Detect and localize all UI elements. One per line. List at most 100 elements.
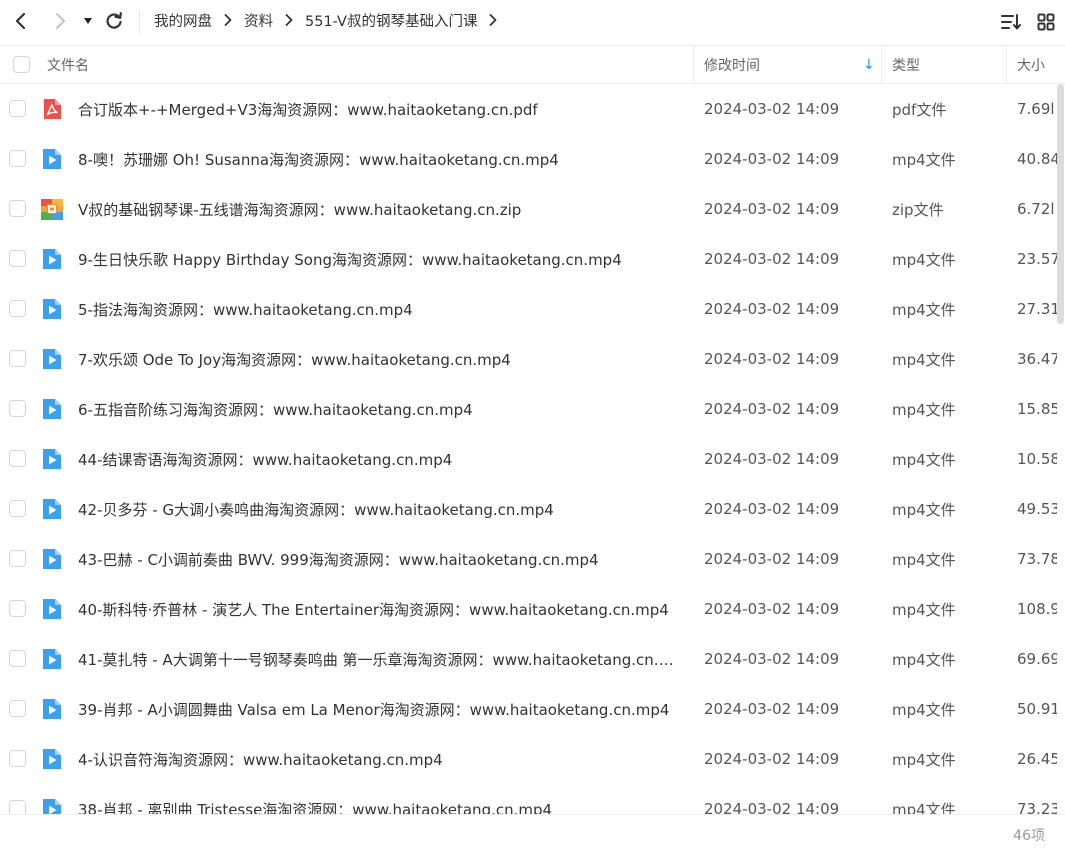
- breadcrumb-item-materials[interactable]: 资料: [244, 10, 273, 31]
- file-type: mp4文件: [892, 150, 956, 169]
- file-size: 49.53: [1017, 500, 1057, 518]
- row-checkbox-cell: [9, 350, 26, 367]
- file-list-header: 文件名 修改时间 ↓ 类型 大小: [0, 45, 1065, 84]
- file-name-text: 41-莫扎特 - A大调第十一号钢琴奏鸣曲 第一乐章海淘资源网：www.hait…: [78, 650, 682, 669]
- file-name[interactable]: 5-指法海淘资源网：www.haitaoketang.cn.mp4: [78, 284, 682, 334]
- table-row[interactable]: 4-认识音符海淘资源网：www.haitaoketang.cn.mp4 2024-…: [0, 734, 1065, 784]
- forward-button[interactable]: [45, 6, 75, 36]
- table-row[interactable]: 40-斯科特·乔普林 - 演艺人 The Entertainer海淘资源网：ww…: [0, 584, 1065, 634]
- row-checkbox[interactable]: [9, 250, 26, 267]
- refresh-button[interactable]: [99, 6, 129, 36]
- column-header-modified[interactable]: 修改时间: [704, 46, 760, 83]
- video-file-icon: [40, 297, 64, 321]
- row-checkbox-cell: [9, 600, 26, 617]
- row-checkbox[interactable]: [9, 600, 26, 617]
- row-checkbox-cell: [9, 650, 26, 667]
- file-type: mp4文件: [892, 600, 956, 619]
- file-type: mp4文件: [892, 300, 956, 319]
- file-modified: 2024-03-02 14:09: [704, 250, 840, 268]
- toolbar-divider: [139, 10, 140, 34]
- file-type: mp4文件: [892, 550, 956, 569]
- table-row[interactable]: 41-莫扎特 - A大调第十一号钢琴奏鸣曲 第一乐章海淘资源网：www.hait…: [0, 634, 1065, 684]
- table-row[interactable]: 7-欢乐颂 Ode To Joy海淘资源网：www.haitaoketang.c…: [0, 334, 1065, 384]
- file-name[interactable]: V叔的基础钢琴课-五线谱海淘资源网：www.haitaoketang.cn.zi…: [78, 184, 682, 234]
- row-checkbox[interactable]: [9, 200, 26, 217]
- column-header-type[interactable]: 类型: [892, 46, 920, 83]
- caret-down-icon: [84, 18, 92, 24]
- row-checkbox[interactable]: [9, 550, 26, 567]
- file-name[interactable]: 43-巴赫 - C小调前奏曲 BWV. 999海淘资源网：www.haitaok…: [78, 534, 682, 584]
- row-checkbox[interactable]: [9, 700, 26, 717]
- video-file-icon: [40, 247, 64, 271]
- toolbar: 我的网盘 资料 551-V叔的钢琴基础入门课: [0, 0, 1065, 44]
- sort-button[interactable]: [998, 8, 1024, 36]
- chevron-right-icon: [285, 14, 293, 26]
- table-row[interactable]: 44-结课寄语海淘资源网：www.haitaoketang.cn.mp4 2024…: [0, 434, 1065, 484]
- row-checkbox[interactable]: [9, 500, 26, 517]
- file-modified: 2024-03-02 14:09: [704, 400, 840, 418]
- select-all-cell: [13, 46, 30, 83]
- column-header-size[interactable]: 大小: [1017, 46, 1045, 83]
- row-checkbox[interactable]: [9, 100, 26, 117]
- column-divider[interactable]: [881, 46, 882, 83]
- file-name-text: 39-肖邦 - A小调圆舞曲 Valsa em La Menor海淘资源网：ww…: [78, 700, 670, 719]
- table-row[interactable]: V叔的基础钢琴课-五线谱海淘资源网：www.haitaoketang.cn.zi…: [0, 184, 1065, 234]
- table-row[interactable]: 42-贝多芬 - G大调小奏鸣曲海淘资源网：www.haitaoketang.c…: [0, 484, 1065, 534]
- pdf-file-icon: [40, 97, 64, 121]
- file-modified: 2024-03-02 14:09: [704, 300, 840, 318]
- row-checkbox[interactable]: [9, 150, 26, 167]
- file-modified: 2024-03-02 14:09: [704, 450, 840, 468]
- file-name[interactable]: 9-生日快乐歌 Happy Birthday Song海淘资源网：www.hai…: [78, 234, 682, 284]
- row-checkbox[interactable]: [9, 350, 26, 367]
- file-modified: 2024-03-02 14:09: [704, 700, 840, 718]
- table-row[interactable]: 38-肖邦 - 离别曲 Tristesse海淘资源网：www.haitaoket…: [0, 784, 1065, 814]
- table-row[interactable]: 9-生日快乐歌 Happy Birthday Song海淘资源网：www.hai…: [0, 234, 1065, 284]
- row-checkbox[interactable]: [9, 750, 26, 767]
- file-name[interactable]: 44-结课寄语海淘资源网：www.haitaoketang.cn.mp4: [78, 434, 682, 484]
- back-button[interactable]: [6, 6, 36, 36]
- file-name[interactable]: 40-斯科特·乔普林 - 演艺人 The Entertainer海淘资源网：ww…: [78, 584, 682, 634]
- file-size: 10.58: [1017, 450, 1057, 468]
- select-all-checkbox[interactable]: [13, 56, 30, 73]
- row-checkbox[interactable]: [9, 650, 26, 667]
- row-checkbox[interactable]: [9, 400, 26, 417]
- row-checkbox[interactable]: [9, 450, 26, 467]
- item-count: 46项: [1013, 828, 1045, 844]
- breadcrumb-item-my-drive[interactable]: 我的网盘: [154, 10, 212, 31]
- table-row[interactable]: 6-五指音阶练习海淘资源网：www.haitaoketang.cn.mp4 202…: [0, 384, 1065, 434]
- file-type: mp4文件: [892, 750, 956, 769]
- column-divider[interactable]: [1006, 46, 1007, 83]
- file-name[interactable]: 38-肖邦 - 离别曲 Tristesse海淘资源网：www.haitaoket…: [78, 784, 682, 815]
- video-file-icon: [40, 447, 64, 471]
- file-name[interactable]: 7-欢乐颂 Ode To Joy海淘资源网：www.haitaoketang.c…: [78, 334, 682, 384]
- file-name[interactable]: 合订版本+-+Merged+V3海淘资源网：www.haitaoketang.c…: [78, 84, 682, 134]
- history-dropdown-button[interactable]: [77, 6, 99, 36]
- file-name-text: 4-认识音符海淘资源网：www.haitaoketang.cn.mp4: [78, 750, 443, 769]
- video-file-icon: [40, 497, 64, 521]
- row-checkbox[interactable]: [9, 300, 26, 317]
- table-row[interactable]: 8-噢！苏珊娜 Oh! Susanna海淘资源网：www.haitaoketan…: [0, 134, 1065, 184]
- row-checkbox-cell: [9, 200, 26, 217]
- file-modified: 2024-03-02 14:09: [704, 550, 840, 568]
- file-name-text: 5-指法海淘资源网：www.haitaoketang.cn.mp4: [78, 300, 413, 319]
- table-row[interactable]: 43-巴赫 - C小调前奏曲 BWV. 999海淘资源网：www.haitaok…: [0, 534, 1065, 584]
- file-size: 7.69l: [1017, 100, 1055, 118]
- column-divider[interactable]: [693, 46, 694, 83]
- table-row[interactable]: 39-肖邦 - A小调圆舞曲 Valsa em La Menor海淘资源网：ww…: [0, 684, 1065, 734]
- file-name[interactable]: 41-莫扎特 - A大调第十一号钢琴奏鸣曲 第一乐章海淘资源网：www.hait…: [78, 634, 682, 684]
- breadcrumb-item-current-folder[interactable]: 551-V叔的钢琴基础入门课: [305, 10, 477, 31]
- scrollbar-thumb[interactable]: [1057, 84, 1064, 324]
- table-row[interactable]: 5-指法海淘资源网：www.haitaoketang.cn.mp4 2024-03…: [0, 284, 1065, 334]
- row-checkbox[interactable]: [9, 800, 26, 814]
- file-name[interactable]: 4-认识音符海淘资源网：www.haitaoketang.cn.mp4: [78, 734, 682, 784]
- table-row[interactable]: 合订版本+-+Merged+V3海淘资源网：www.haitaoketang.c…: [0, 84, 1065, 134]
- file-name[interactable]: 8-噢！苏珊娜 Oh! Susanna海淘资源网：www.haitaoketan…: [78, 134, 682, 184]
- row-checkbox-cell: [9, 450, 26, 467]
- row-checkbox-cell: [9, 550, 26, 567]
- column-header-name[interactable]: 文件名: [47, 46, 89, 83]
- file-name[interactable]: 42-贝多芬 - G大调小奏鸣曲海淘资源网：www.haitaoketang.c…: [78, 484, 682, 534]
- file-name[interactable]: 39-肖邦 - A小调圆舞曲 Valsa em La Menor海淘资源网：ww…: [78, 684, 682, 734]
- file-name[interactable]: 6-五指音阶练习海淘资源网：www.haitaoketang.cn.mp4: [78, 384, 682, 434]
- file-name-text: 6-五指音阶练习海淘资源网：www.haitaoketang.cn.mp4: [78, 400, 473, 419]
- grid-view-button[interactable]: [1033, 8, 1059, 36]
